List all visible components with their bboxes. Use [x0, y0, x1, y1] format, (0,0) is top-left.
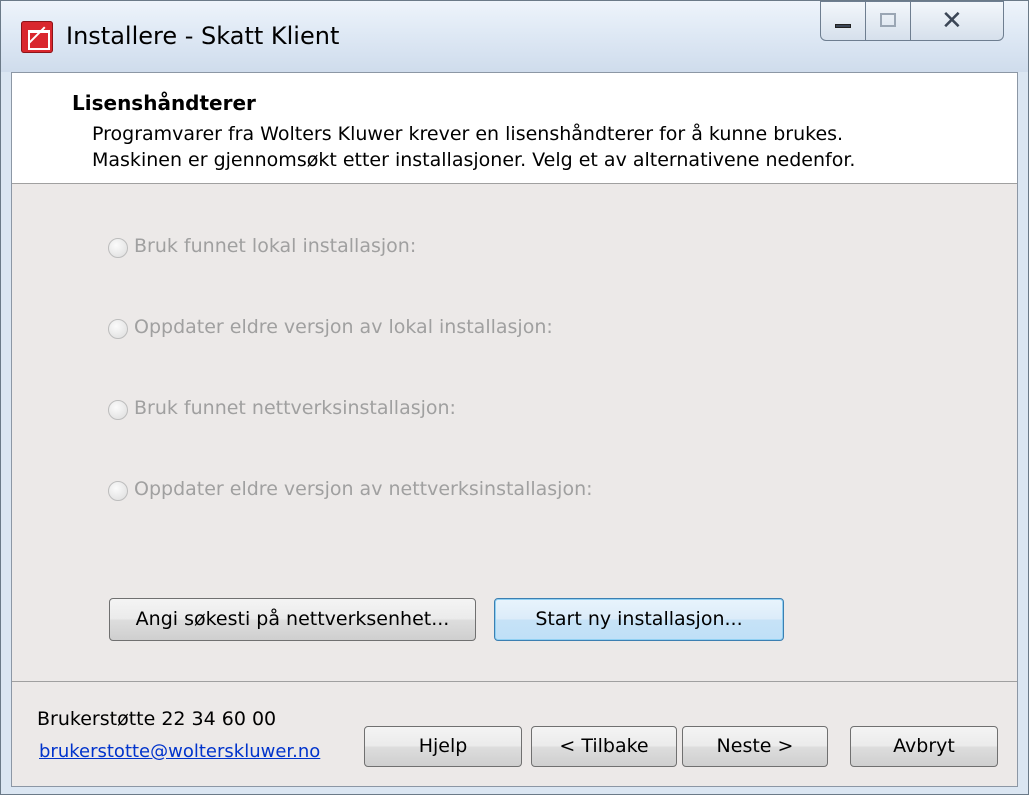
back-button[interactable]: < Tilbake	[531, 726, 677, 767]
radio-button	[108, 319, 128, 339]
radio-button	[108, 400, 128, 420]
minimize-button[interactable]	[820, 1, 866, 41]
maximize-button	[865, 1, 911, 41]
window-controls: ✕	[820, 1, 1005, 41]
page-description-line-2: Maskinen er gjennomsøkt etter installasj…	[92, 149, 856, 171]
wizard-header: Lisenshåndterer Programvarer fra Wolters…	[12, 73, 1017, 184]
close-icon: ✕	[941, 6, 963, 36]
support-phone: Brukerstøtte 22 34 60 00	[37, 708, 277, 730]
support-email-link[interactable]: brukerstotte@wolterskluwer.no	[39, 741, 320, 762]
installer-window: Installere - Skatt Klient ✕ Lisenshåndte…	[0, 0, 1029, 795]
set-network-search-path-button[interactable]: Angi søkesti på nettverksenhet...	[109, 598, 476, 641]
footer-divider	[12, 681, 1017, 682]
option-label: Oppdater eldre versjon av lokal installa…	[134, 316, 553, 338]
radio-button	[108, 238, 128, 258]
page-title: Lisenshåndterer	[72, 91, 256, 115]
title-bar[interactable]: Installere - Skatt Klient ✕	[1, 1, 1028, 72]
option-label: Oppdater eldre versjon av nettverksinsta…	[134, 478, 593, 500]
maximize-icon	[880, 13, 896, 27]
radio-button	[108, 481, 128, 501]
wizard-client-area: Lisenshåndterer Programvarer fra Wolters…	[11, 72, 1018, 787]
installer-package-icon	[21, 21, 53, 53]
close-button[interactable]: ✕	[910, 1, 1004, 41]
minimize-icon	[835, 24, 851, 28]
help-button[interactable]: Hjelp	[364, 726, 522, 767]
option-label: Bruk funnet nettverksinstallasjon:	[134, 397, 456, 419]
start-new-installation-button[interactable]: Start ny installasjon...	[494, 598, 784, 641]
cancel-button[interactable]: Avbryt	[850, 726, 998, 767]
window-title: Installere - Skatt Klient	[66, 22, 340, 50]
page-description-line-1: Programvarer fra Wolters Kluwer krever e…	[92, 123, 844, 145]
option-label: Bruk funnet lokal installasjon:	[134, 235, 417, 257]
next-button[interactable]: Neste >	[682, 726, 828, 767]
